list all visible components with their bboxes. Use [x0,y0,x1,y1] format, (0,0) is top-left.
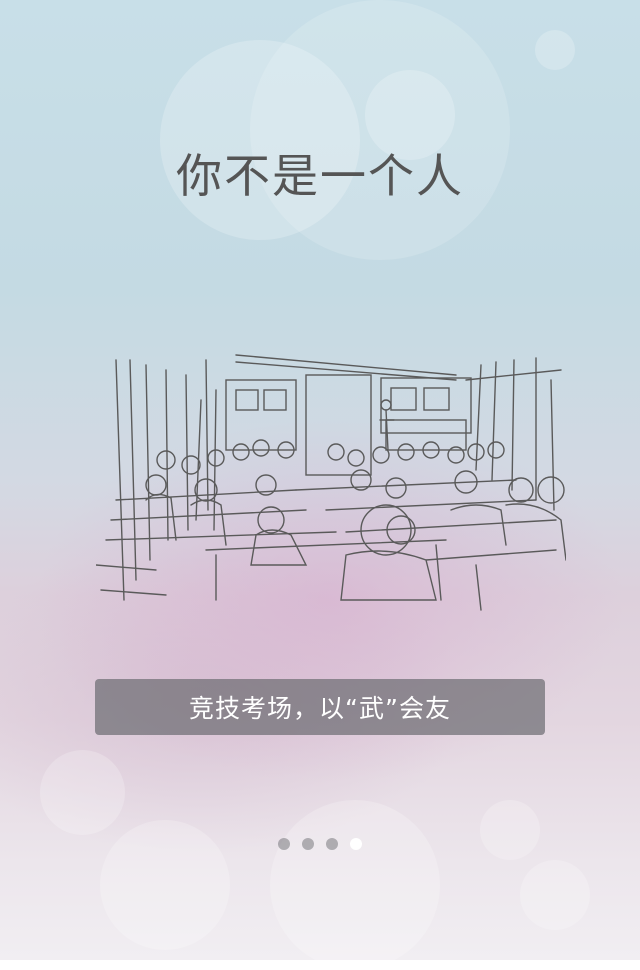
page-dot-1[interactable] [278,838,290,850]
bokeh-circle [40,750,125,835]
page-dot-2[interactable] [302,838,314,850]
caption-banner: 竞技考场，以“武”会友 [95,679,545,735]
bokeh-circle [520,860,590,930]
caption-text: 竞技考场，以“武”会友 [189,694,451,723]
page-dot-4-active[interactable] [350,838,362,850]
page-indicator[interactable] [0,838,640,850]
bokeh-circle [480,800,540,860]
bokeh-circle [270,800,440,970]
classroom-sketch [96,354,566,611]
page-title: 你不是一个人 [176,149,464,203]
page-dot-3[interactable] [326,838,338,850]
bokeh-circle [535,30,575,70]
